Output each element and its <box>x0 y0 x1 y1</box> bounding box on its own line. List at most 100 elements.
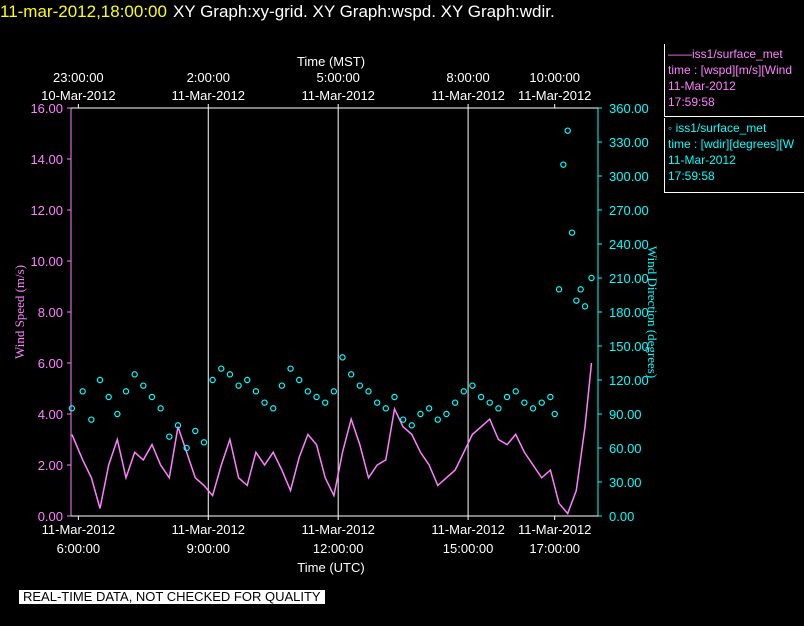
bottom-tick-label: 15:00:00 <box>443 541 494 556</box>
wind-direction-point <box>114 410 121 418</box>
wind-direction-point <box>425 405 433 412</box>
bottom-tick-date: 11-Mar-2012 <box>301 522 374 537</box>
wind-direction-point <box>287 365 294 372</box>
wind-direction-point <box>495 405 502 412</box>
top-tick-date: 11-Mar-2012 <box>431 88 504 103</box>
wind-direction-point <box>538 399 545 406</box>
top-axis-title: Time (MST) <box>297 54 365 69</box>
right-tick-label: 0.00 <box>609 509 634 524</box>
wind-direction-point <box>503 393 511 401</box>
wind-direction-point <box>304 388 312 395</box>
right-tick-label: 60.00 <box>609 441 642 456</box>
axes-layer: 0.00 2.00 4.00 6.00 8.00 10.00 12.00 14.00 16.00… <box>30 70 648 556</box>
wind-direction-point <box>560 161 567 168</box>
wind-direction-point <box>568 229 576 236</box>
wind-direction-point <box>564 127 571 134</box>
wind-direction-point <box>278 382 286 389</box>
wind-direction-point <box>330 388 338 395</box>
legend-series-name: ◦ iss1/surface_met <box>668 121 767 135</box>
top-tick-date: 11-Mar-2012 <box>172 88 245 103</box>
bottom-tick-date: 11-Mar-2012 <box>518 522 591 537</box>
wind-direction-point <box>588 274 595 282</box>
right-tick-label: 240.00 <box>609 237 649 252</box>
legend-wind-direction: ◦ iss1/surface_met time : [wdir][degrees… <box>664 118 804 193</box>
wind-direction-point <box>486 399 493 406</box>
wind-direction-point <box>399 416 407 423</box>
wind-direction-point <box>434 416 441 423</box>
right-tick-label: 90.00 <box>609 407 642 422</box>
wind-direction-point <box>157 405 164 412</box>
wind-direction-point <box>252 388 260 395</box>
left-tick-label: 4.00 <box>38 407 63 422</box>
left-tick-label: 14.00 <box>30 152 63 167</box>
wind-direction-point <box>512 388 519 395</box>
bottom-tick-label: 12:00:00 <box>313 541 364 556</box>
wind-direction-point <box>313 393 320 401</box>
top-tick-date: 10-Mar-2012 <box>41 88 115 103</box>
wind-direction-point <box>408 422 415 429</box>
wind-direction-point <box>469 382 476 389</box>
legend-variable: time : [wdir][degrees][W <box>668 137 795 151</box>
wind-direction-point <box>417 410 424 418</box>
legend-time: 17:59:58 <box>668 95 715 109</box>
left-tick-label: 10.00 <box>30 254 63 269</box>
left-axis-title: Wind Speed (m/s) <box>12 265 27 359</box>
wind-direction-point <box>122 388 130 395</box>
bottom-tick-label: 17:00:00 <box>529 541 580 556</box>
wind-direction-point <box>460 388 467 395</box>
wind-direction-point <box>140 382 147 389</box>
right-tick-label: 270.00 <box>609 203 649 218</box>
wind-direction-point <box>555 286 563 293</box>
wind-direction-point <box>477 393 485 401</box>
right-tick-label: 360.00 <box>609 101 649 116</box>
wind-direction-point <box>244 376 251 384</box>
wind-direction-point <box>391 393 398 401</box>
wind-direction-point <box>581 303 589 310</box>
top-tick-label: 10:00:00 <box>529 70 580 85</box>
legend-series-name: ——iss1/surface_met <box>668 47 783 61</box>
left-tick-label: 16.00 <box>30 101 63 116</box>
right-tick-label: 180.00 <box>609 305 649 320</box>
wind-speed-line <box>71 362 593 515</box>
top-tick-label: 8:00:00 <box>446 70 489 85</box>
top-tick-label: 5:00:00 <box>316 70 359 85</box>
wind-direction-point <box>573 297 580 304</box>
wind-direction-point <box>347 371 355 378</box>
bottom-tick-label: 6:00:00 <box>57 541 100 556</box>
wind-direction-point <box>105 393 112 401</box>
wind-direction-point <box>373 399 381 406</box>
wind-direction-point <box>226 371 234 378</box>
wind-direction-point <box>356 382 364 389</box>
wind-direction-point <box>166 433 173 440</box>
left-tick-label: 2.00 <box>38 458 63 473</box>
right-tick-label: 330.00 <box>609 135 649 150</box>
wind-direction-point <box>88 416 95 423</box>
wind-direction-point <box>365 388 372 395</box>
wind-direction-point <box>382 405 390 412</box>
right-tick-label: 150.00 <box>609 339 649 354</box>
wind-direction-point <box>218 365 225 372</box>
wind-direction-point <box>68 405 76 412</box>
wind-direction-point <box>339 354 346 361</box>
legend-date: 11-Mar-2012 <box>668 79 736 93</box>
top-tick-date: 11-Mar-2012 <box>301 88 374 103</box>
wind-direction-point <box>551 410 558 418</box>
left-tick-label: 6.00 <box>38 356 63 371</box>
top-tick-date: 11-Mar-2012 <box>518 88 591 103</box>
wind-direction-point <box>192 427 199 435</box>
wind-direction-point <box>451 399 459 406</box>
bottom-tick-date: 11-Mar-2012 <box>172 522 245 537</box>
grid-lines <box>207 108 469 516</box>
right-tick-label: 300.00 <box>609 169 649 184</box>
wind-direction-point <box>321 399 329 406</box>
wind-direction-point <box>443 410 450 418</box>
wind-direction-point <box>521 399 528 406</box>
legend-variable: time : [wspd][m/s][Wind <box>668 63 793 77</box>
left-tick-label: 12.00 <box>30 203 63 218</box>
wind-direction-point <box>296 376 303 384</box>
left-tick-label: 8.00 <box>38 305 63 320</box>
wind-direction-point <box>235 382 242 389</box>
legend-time: 17:59:58 <box>668 169 715 183</box>
wind-direction-point <box>200 439 208 446</box>
top-tick-label: 23:00:00 <box>53 70 104 85</box>
